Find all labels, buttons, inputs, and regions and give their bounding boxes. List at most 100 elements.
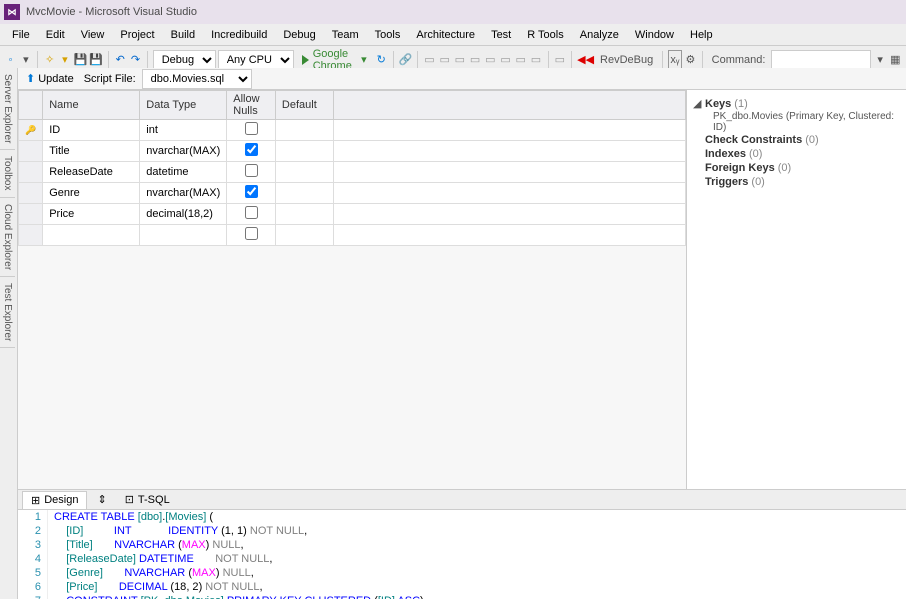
cell-name[interactable] [43,225,140,246]
menu-analyze[interactable]: Analyze [572,26,627,44]
nulls-checkbox[interactable] [245,164,258,177]
toolbar-icon[interactable]: ▭ [514,50,527,70]
revdebug-icon[interactable]: ◀◀ [577,50,594,70]
prop-keys-item[interactable]: PK_dbo.Movies (Primary Key, Clustered: I… [693,111,900,133]
menu-file[interactable]: File [4,26,38,44]
nulls-checkbox[interactable] [245,185,258,198]
prop-indexes[interactable]: Indexes(0) [693,147,900,161]
cell-default[interactable] [275,162,333,183]
side-tab-cloud-explorer[interactable]: Cloud Explorer [0,198,15,277]
toolbar-icon[interactable]: ▭ [438,50,451,70]
cell-nulls[interactable] [227,183,276,204]
columns-grid[interactable]: Name Data Type Allow Nulls Default 🔑IDin… [18,90,686,246]
col-header-nulls[interactable]: Allow Nulls [227,91,276,120]
toolbar-icon[interactable]: ▭ [484,50,497,70]
nulls-checkbox[interactable] [245,143,258,156]
menu-test[interactable]: Test [483,26,519,44]
menu-view[interactable]: View [73,26,113,44]
scriptfile-select[interactable]: dbo.Movies.sql [142,69,252,89]
cell-nulls[interactable] [227,204,276,225]
cell-nulls[interactable] [227,120,276,141]
nulls-checkbox[interactable] [245,227,258,240]
cell-default[interactable] [275,204,333,225]
cell-default[interactable] [275,225,333,246]
col-header-default[interactable]: Default [275,91,333,120]
cell-name[interactable]: ID [43,120,140,141]
table-row[interactable]: 🔑IDint [19,120,686,141]
side-tab-test-explorer[interactable]: Test Explorer [0,277,15,348]
tsql-tab[interactable]: ⊡T-SQL [117,491,178,508]
menu-window[interactable]: Window [627,26,682,44]
table-row[interactable]: Genrenvarchar(MAX) [19,183,686,204]
table-row[interactable]: ReleaseDatedatetime [19,162,686,183]
cell-type[interactable] [140,225,227,246]
start-debug-button[interactable]: Google Chrome ▾ [296,50,373,70]
toolbar-icon[interactable]: ▭ [499,50,512,70]
toolbar-icon[interactable]: ▭ [529,50,542,70]
update-button[interactable]: ⬆ Update [22,71,78,86]
redo-icon[interactable]: ↷ [129,50,142,70]
toolbar-icon[interactable]: ▦ [889,50,902,70]
menu-edit[interactable]: Edit [38,26,73,44]
xpath-icon[interactable]: xᵧ [668,50,682,70]
run-command-icon[interactable]: ▾ [873,50,886,70]
browser-link-icon[interactable]: 🔗 [398,50,412,70]
menu-tools[interactable]: Tools [367,26,409,44]
prop-keys[interactable]: ◢Keys(1) [693,96,900,111]
cell-nulls[interactable] [227,162,276,183]
toolbar-icon[interactable]: ▭ [468,50,481,70]
nulls-checkbox[interactable] [245,122,258,135]
table-row[interactable]: Titlenvarchar(MAX) [19,141,686,162]
menu-architecture[interactable]: Architecture [408,26,483,44]
cell-nulls[interactable] [227,225,276,246]
prop-foreign[interactable]: Foreign Keys(0) [693,161,900,175]
undo-icon[interactable]: ↶ [114,50,127,70]
side-tab-toolbox[interactable]: Toolbox [0,150,15,197]
command-input[interactable] [771,50,871,70]
menu-rtools[interactable]: R Tools [519,26,571,44]
cell-type[interactable]: decimal(18,2) [140,204,227,225]
expand-icon[interactable]: ◢ [693,97,705,110]
platform-select[interactable]: Any CPU [218,50,294,70]
col-header-type[interactable]: Data Type [140,91,227,120]
cell-name[interactable]: Price [43,204,140,225]
nulls-checkbox[interactable] [245,206,258,219]
split-icon[interactable]: ⇕ [89,491,114,508]
cell-name[interactable]: ReleaseDate [43,162,140,183]
cell-default[interactable] [275,120,333,141]
col-header-name[interactable]: Name [43,91,140,120]
menu-help[interactable]: Help [682,26,721,44]
open-file-icon[interactable]: ▾ [58,50,71,70]
menu-team[interactable]: Team [324,26,367,44]
refresh-icon[interactable]: ↻ [375,50,388,70]
cell-name[interactable]: Genre [43,183,140,204]
menu-build[interactable]: Build [163,26,203,44]
toolbar-icon[interactable]: ▭ [423,50,436,70]
menu-debug[interactable]: Debug [275,26,323,44]
forward-button[interactable]: ▾ [19,50,32,70]
save-icon[interactable]: 💾 [74,50,88,70]
cell-name[interactable]: Title [43,141,140,162]
cell-type[interactable]: nvarchar(MAX) [140,183,227,204]
sql-editor[interactable]: 12345678910 CREATE TABLE [dbo].[Movies] … [18,509,906,599]
config-select[interactable]: Debug [153,50,216,70]
cell-type[interactable]: datetime [140,162,227,183]
sql-code[interactable]: CREATE TABLE [dbo].[Movies] ( [ID] INT I… [48,510,424,599]
menu-project[interactable]: Project [112,26,162,44]
toolbar-icon[interactable]: ▭ [553,50,566,70]
new-project-icon[interactable]: ✧ [43,50,56,70]
side-tab-server-explorer[interactable]: Server Explorer [0,68,15,150]
save-all-icon[interactable]: 💾 [89,50,103,70]
table-row-empty[interactable] [19,225,686,246]
toolbar-icon[interactable]: ▭ [453,50,466,70]
cell-type[interactable]: int [140,120,227,141]
menu-incredibuild[interactable]: Incredibuild [203,26,275,44]
prop-triggers[interactable]: Triggers(0) [693,175,900,189]
prop-check[interactable]: Check Constraints(0) [693,133,900,147]
cell-default[interactable] [275,183,333,204]
table-row[interactable]: Pricedecimal(18,2) [19,204,686,225]
design-tab[interactable]: ⊞Design [22,491,87,509]
cell-nulls[interactable] [227,141,276,162]
gear-icon[interactable]: ⚙ [684,50,697,70]
cell-type[interactable]: nvarchar(MAX) [140,141,227,162]
